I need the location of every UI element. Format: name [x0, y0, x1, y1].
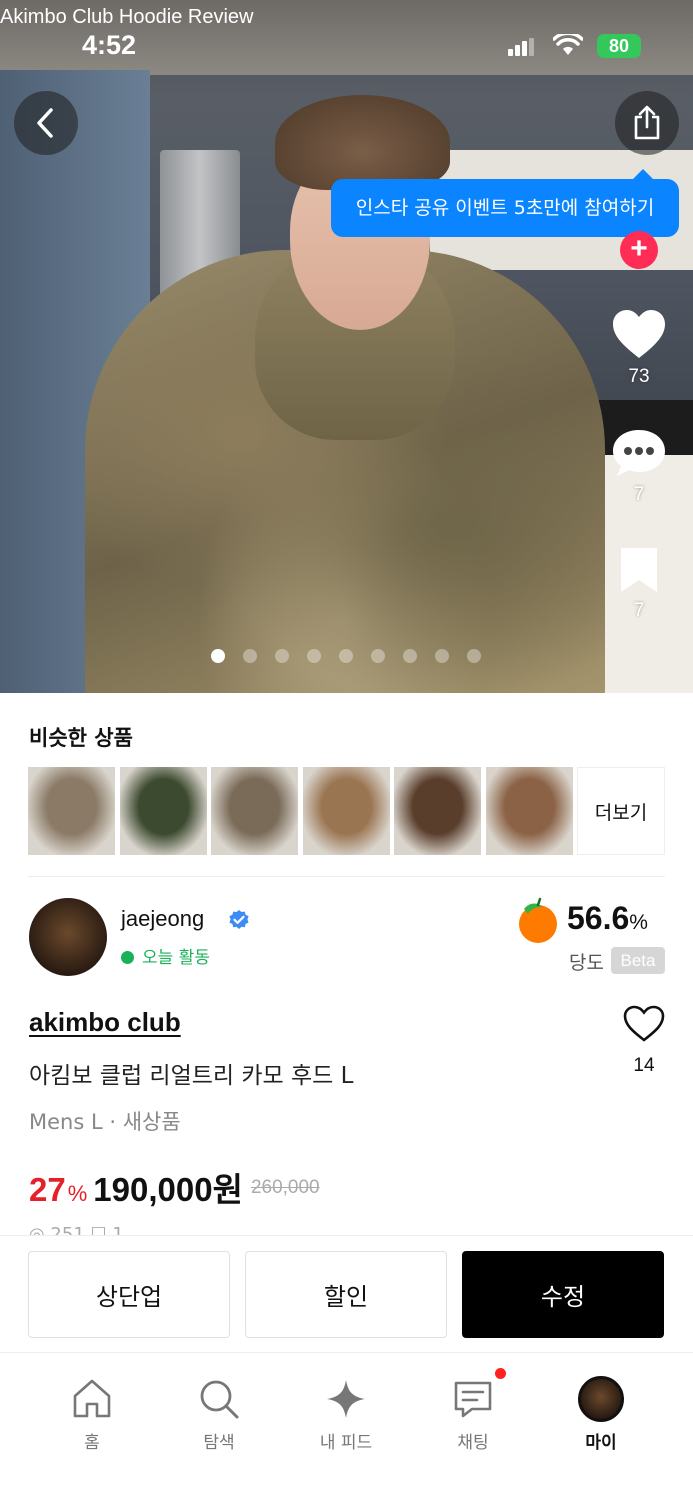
signal-icon — [508, 38, 534, 56]
tab-chat[interactable]: 채팅 — [423, 1376, 523, 1453]
product-like-button[interactable]: 14 — [620, 1005, 668, 1077]
carousel-dot — [435, 649, 449, 663]
share-icon — [634, 105, 660, 140]
tab-bar: 홈 탐색 내 피드 채팅 마이 — [0, 1354, 693, 1500]
edit-button[interactable]: 수정 — [462, 1251, 664, 1338]
profile-avatar — [578, 1376, 624, 1422]
chat-notification-dot — [495, 1368, 506, 1379]
comment-count: 7 — [633, 484, 645, 505]
original-price: 260,000 — [250, 1177, 320, 1198]
carousel-dot — [403, 649, 417, 663]
carousel-dot — [275, 649, 289, 663]
similar-title: 비슷한 상품 — [29, 726, 133, 750]
heart-outline-icon — [623, 1005, 665, 1042]
chevron-left-icon — [37, 108, 53, 138]
carousel-dot — [211, 649, 225, 663]
seller-avatar[interactable] — [29, 898, 107, 976]
discount-button[interactable]: 할인 — [245, 1251, 447, 1338]
price-row: 27% 190,000원 260,000 — [29, 1163, 320, 1211]
brand-link[interactable]: akimbo club — [29, 1007, 181, 1038]
carousel-dot — [371, 649, 385, 663]
similar-item-thumbnail[interactable] — [119, 767, 207, 855]
online-dot-icon — [121, 951, 134, 964]
seller-name[interactable]: jaejeong — [121, 906, 204, 932]
save-action[interactable]: 7 — [608, 546, 670, 622]
bookmark-icon — [621, 548, 657, 592]
similar-item-thumbnail[interactable] — [394, 767, 482, 855]
similar-item-thumbnail[interactable] — [28, 767, 115, 855]
home-icon — [73, 1379, 111, 1418]
product-meta: Mens L · 새상품 — [29, 1110, 181, 1134]
back-button[interactable] — [14, 91, 78, 155]
similar-item-thumbnail[interactable] — [211, 767, 299, 855]
comment-action[interactable]: 7 — [608, 428, 670, 506]
carousel-dot — [467, 649, 481, 663]
activity-status: 오늘 활동 — [121, 943, 210, 968]
tab-home[interactable]: 홈 — [42, 1376, 142, 1453]
similar-item-thumbnail[interactable] — [486, 767, 573, 855]
like-count: 73 — [628, 366, 650, 387]
heart-icon — [613, 310, 665, 358]
tab-search[interactable]: 탐색 — [169, 1376, 269, 1453]
share-button[interactable] — [615, 91, 679, 155]
status-time: 4:52 — [82, 30, 137, 60]
carousel-dot — [339, 649, 353, 663]
product-like-count: 14 — [633, 1055, 655, 1076]
wifi-icon — [553, 34, 583, 55]
follow-plus-button[interactable]: + — [620, 231, 658, 269]
sweetness-score: 56.6% — [567, 900, 648, 936]
action-bar: 상단업 할인 수정 — [0, 1235, 693, 1353]
chat-icon — [454, 1381, 492, 1418]
divider — [28, 876, 665, 877]
similar-thumbnails: 더보기 — [28, 767, 665, 855]
video-title: Akimbo Club Hoodie Review — [0, 6, 254, 28]
like-action[interactable]: 73 — [608, 308, 670, 388]
tab-my[interactable]: 마이 — [551, 1376, 651, 1453]
comment-icon — [613, 430, 665, 476]
share-event-tooltip[interactable]: 인스타 공유 이벤트 5초만에 참여하기 — [331, 169, 679, 237]
search-icon — [200, 1380, 239, 1419]
sparkle-icon — [327, 1380, 365, 1418]
bump-button[interactable]: 상단업 — [28, 1251, 230, 1338]
sale-price: 190,000원 — [93, 1171, 243, 1208]
media-subject — [275, 95, 450, 190]
verified-badge-icon — [229, 910, 249, 929]
carousel-indicator — [0, 649, 693, 665]
carousel-dot — [307, 649, 321, 663]
battery-icon: 80 — [597, 34, 641, 58]
similar-item-thumbnail[interactable] — [302, 767, 390, 855]
persimmon-icon — [519, 897, 557, 943]
sweetness-label: 당도 — [569, 952, 604, 974]
save-count: 7 — [633, 600, 645, 621]
discount-rate: 27% — [29, 1171, 88, 1208]
carousel-dot — [243, 649, 257, 663]
product-media[interactable] — [0, 0, 693, 693]
beta-badge: Beta — [611, 947, 665, 974]
similar-more-button[interactable]: 더보기 — [577, 767, 665, 855]
activity-label: 오늘 활동 — [142, 948, 210, 968]
product-name: 아킴보 클럽 리얼트리 카모 후드 L — [29, 1063, 354, 1089]
tab-feed[interactable]: 내 피드 — [296, 1376, 396, 1453]
